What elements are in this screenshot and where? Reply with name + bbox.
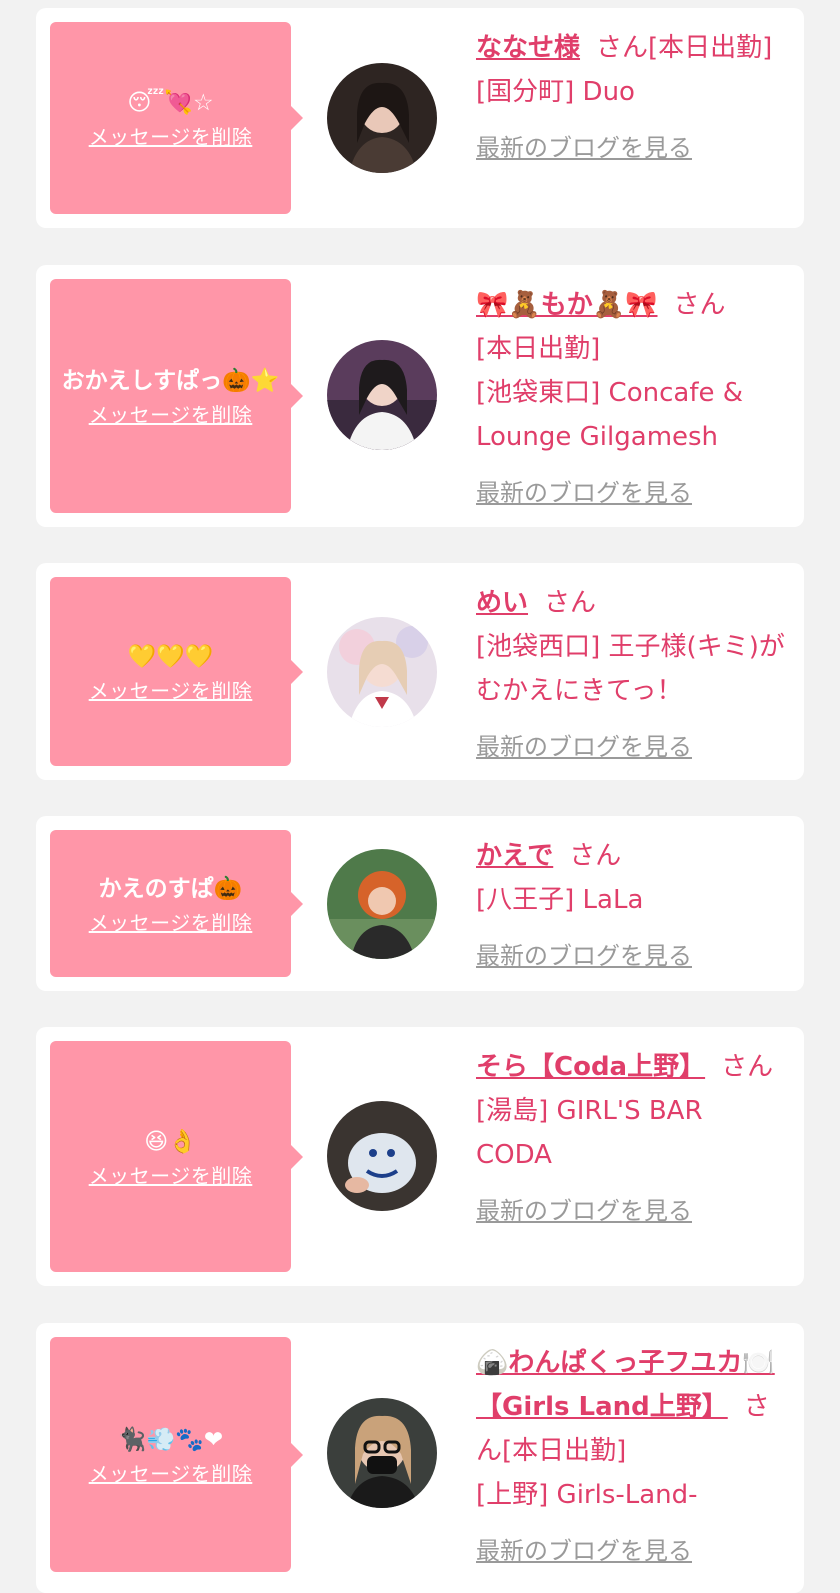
avatar[interactable] (327, 340, 437, 450)
cast-info: かえで さん [八王子] LaLa 最新のブログを見る (476, 834, 786, 978)
cast-name-link[interactable]: 🎀🧸もか🧸🎀 (476, 290, 658, 320)
shop-info: [池袋東口] Concafe & Lounge Gilgamesh (476, 378, 744, 452)
shop-info: [国分町] Duo (476, 77, 635, 107)
cast-name-link[interactable]: 🍙わんぱくっ子フユカ🍽️【Girls Land上野】 (476, 1348, 775, 1422)
shop-info: [湯島] GIRL'S BAR CODA (476, 1096, 703, 1170)
list-item: 🐈‍⬛💨🐾❤ メッセージを削除 🍙わんぱくっ子フユカ🍽️【Girls Land上… (36, 1323, 804, 1593)
list-item: 💛💛💛 メッセージを削除 めい さん [池袋西口] 王子様(キミ)がむかえにきてっ… (36, 563, 804, 780)
work-status: [本日出勤] (648, 33, 773, 63)
list-item: 😴💘☆ メッセージを削除 ななせ様 さん[本日出勤] [国分町] Duo 最新のブ… (36, 8, 804, 228)
message-text: おかえしすぱっ🎃⭐ (61, 368, 280, 394)
delete-message-link[interactable]: メッセージを削除 (89, 1459, 253, 1489)
list-item: 😆👌 メッセージを削除 そら【Coda上野】 さん [湯島] GIRL'S BAR… (36, 1027, 804, 1286)
message-bubble: 😴💘☆ メッセージを削除 (50, 22, 303, 214)
avatar[interactable] (327, 849, 437, 959)
latest-blog-link[interactable]: 最新のブログを見る (476, 725, 692, 769)
message-list: 😴💘☆ メッセージを削除 ななせ様 さん[本日出勤] [国分町] Duo 最新のブ… (0, 0, 840, 1593)
message-text: かえのすぱ🎃 (98, 875, 243, 902)
latest-blog-link[interactable]: 最新のブログを見る (476, 1529, 692, 1573)
message-bubble: 🐈‍⬛💨🐾❤ メッセージを削除 (50, 1337, 303, 1572)
latest-blog-link[interactable]: 最新のブログを見る (476, 934, 692, 978)
message-bubble: かえのすぱ🎃 メッセージを削除 (50, 830, 303, 977)
latest-blog-link[interactable]: 最新のブログを見る (476, 471, 692, 515)
work-status: [本日出勤] (502, 1436, 627, 1466)
cast-info: 🍙わんぱくっ子フユカ🍽️【Girls Land上野】 さん[本日出勤] [上野] … (476, 1341, 786, 1573)
shop-info: [池袋西口] 王子様(キミ)がむかえにきてっ！ (476, 632, 785, 706)
avatar[interactable] (327, 1101, 437, 1211)
avatar[interactable] (327, 1398, 437, 1508)
cast-info: そら【Coda上野】 さん [湯島] GIRL'S BAR CODA 最新のブログ… (476, 1045, 786, 1233)
honorific: さん (721, 1052, 774, 1082)
cast-info: めい さん [池袋西口] 王子様(キミ)がむかえにきてっ！ 最新のブログを見る (476, 581, 786, 769)
message-bubble: 😆👌 メッセージを削除 (50, 1041, 303, 1272)
honorific: さん (569, 841, 622, 871)
message-text: 😴💘☆ (127, 90, 214, 116)
cast-name-link[interactable]: かえで (476, 841, 553, 871)
honorific: さん (544, 588, 597, 618)
avatar[interactable] (327, 63, 437, 173)
message-bubble: おかえしすぱっ🎃⭐ メッセージを削除 (50, 279, 303, 513)
delete-message-link[interactable]: メッセージを削除 (89, 1161, 253, 1191)
honorific: さん (596, 33, 649, 63)
message-bubble: 💛💛💛 メッセージを削除 (50, 577, 303, 766)
shop-info: [上野] Girls-Land- (476, 1480, 698, 1510)
list-item: かえのすぱ🎃 メッセージを削除 かえで さん [八王子] LaLa 最新のブログを… (36, 816, 804, 991)
cast-name-link[interactable]: ななせ様 (476, 33, 580, 63)
message-text: 😆👌 (144, 1128, 197, 1155)
delete-message-link[interactable]: メッセージを削除 (89, 122, 253, 152)
cast-info: ななせ様 さん[本日出勤] [国分町] Duo 最新のブログを見る (476, 26, 786, 170)
cast-info: 🎀🧸もか🧸🎀 さん [本日出勤] [池袋東口] Concafe & Lounge … (476, 283, 786, 515)
delete-message-link[interactable]: メッセージを削除 (89, 676, 253, 706)
list-item: おかえしすぱっ🎃⭐ メッセージを削除 🎀🧸もか🧸🎀 さん [本日出勤] [池袋東口… (36, 265, 804, 527)
message-text: 🐈‍⬛💨🐾❤ (117, 1426, 224, 1453)
delete-message-link[interactable]: メッセージを削除 (89, 400, 253, 430)
honorific: さん (673, 290, 726, 320)
message-text: 💛💛💛 (127, 643, 214, 670)
shop-info: [八王子] LaLa (476, 885, 644, 915)
cast-name-link[interactable]: めい (476, 588, 528, 618)
latest-blog-link[interactable]: 最新のブログを見る (476, 126, 692, 170)
latest-blog-link[interactable]: 最新のブログを見る (476, 1189, 692, 1233)
cast-name-link[interactable]: そら【Coda上野】 (476, 1052, 705, 1082)
delete-message-link[interactable]: メッセージを削除 (89, 908, 253, 938)
work-status: [本日出勤] (476, 334, 601, 364)
avatar[interactable] (327, 617, 437, 727)
